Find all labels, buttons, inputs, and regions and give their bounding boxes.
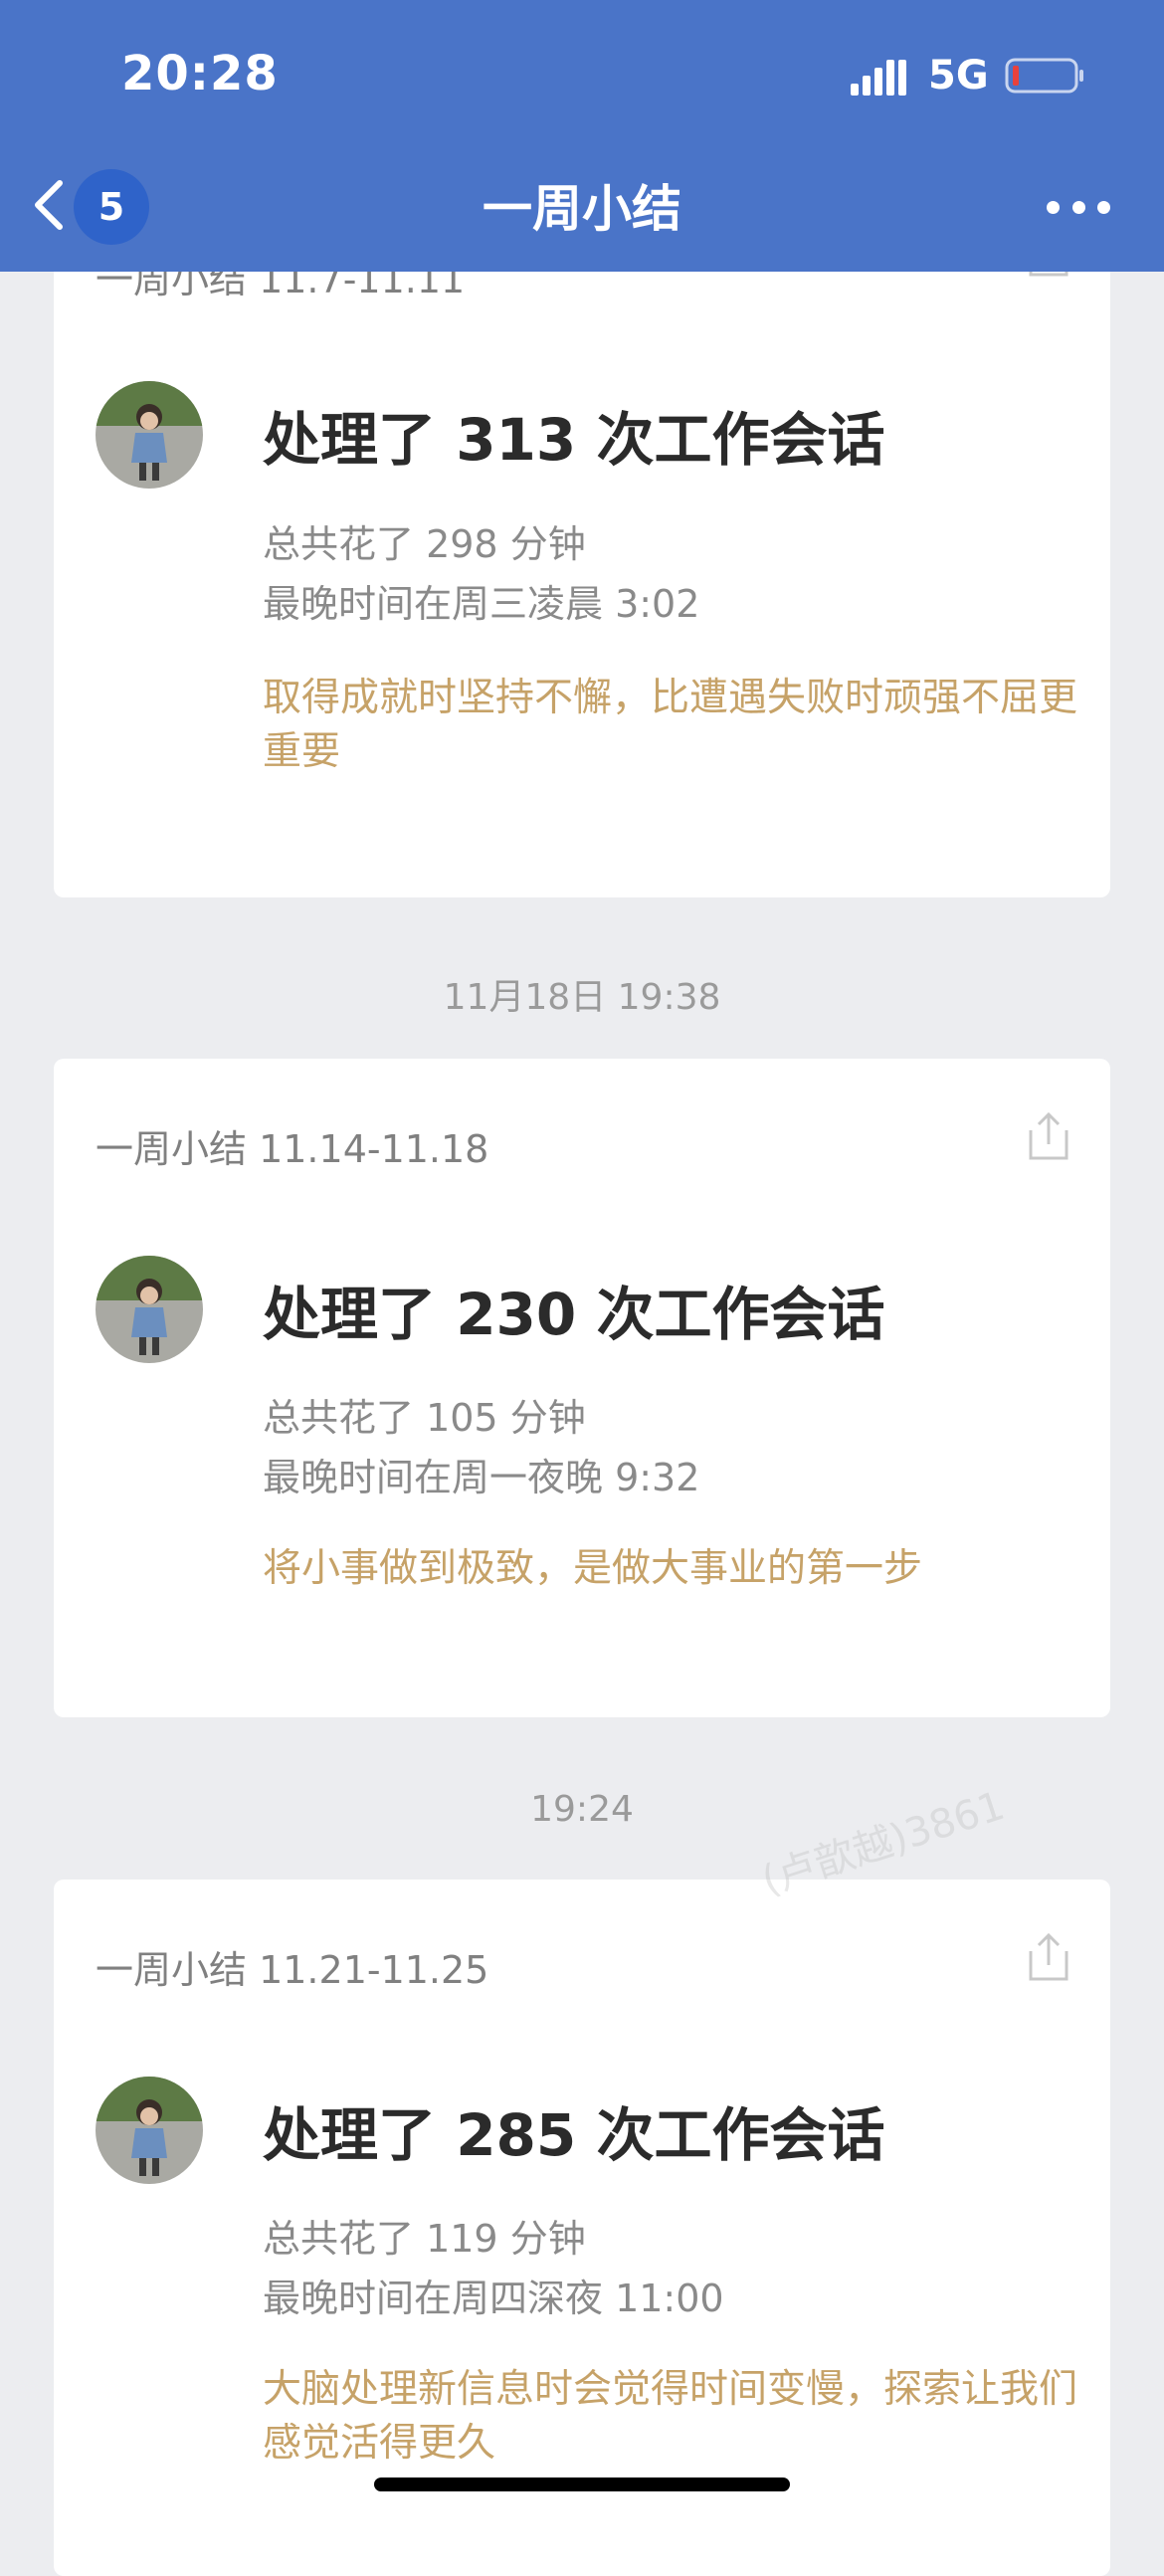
latest-time: 最晚时间在周三凌晨 3:02 (263, 582, 700, 626)
total-time: 总共花了 298 分钟 (263, 522, 586, 566)
avatar (96, 381, 203, 489)
more-button[interactable] (1047, 195, 1110, 219)
total-time: 总共花了 119 分钟 (263, 2217, 586, 2261)
card-title: 一周小结 11.14-11.18 (96, 1127, 489, 1171)
headline: 处理了 313 次工作会话 (263, 406, 885, 474)
cellular-signal-icon (851, 60, 906, 96)
headline: 处理了 285 次工作会话 (263, 2101, 885, 2169)
page-title: 一周小结 (483, 180, 681, 238)
nav-header: 20:28 5G 5 一周小结 (0, 0, 1164, 272)
more-dot (1097, 200, 1110, 214)
unread-badge[interactable]: 5 (74, 169, 149, 245)
quote: 将小事做到极致，是做大事业的第一步 (263, 1546, 923, 1591)
share-icon[interactable] (1027, 1112, 1070, 1162)
home-indicator[interactable] (374, 2477, 790, 2491)
card-title: 一周小结 11.21-11.25 (96, 1948, 489, 1992)
summary-card-3[interactable]: 一周小结 11.21-11.25 处理了 285 次工作会话 总共花了 119 … (54, 1880, 1110, 2576)
avatar (96, 2077, 203, 2184)
more-dot (1071, 200, 1085, 214)
chevron-left-icon (35, 180, 63, 230)
share-icon[interactable] (1027, 1933, 1070, 1983)
more-dot (1047, 200, 1060, 214)
summary-card-2[interactable]: 一周小结 11.14-11.18 处理了 230 次工作会话 总共花了 105 … (54, 1059, 1110, 1717)
headline: 处理了 230 次工作会话 (263, 1281, 885, 1348)
avatar (96, 1256, 203, 1363)
total-time: 总共花了 105 分钟 (263, 1396, 586, 1440)
back-button[interactable] (24, 175, 72, 235)
battery-low-icon (1005, 58, 1083, 94)
status-time: 20:28 (121, 46, 279, 101)
latest-time: 最晚时间在周一夜晚 9:32 (263, 1456, 700, 1499)
quote: 大脑处理新信息时会觉得时间变慢，探索让我们感觉活得更久 (263, 2367, 1078, 2466)
message-timestamp: 11月18日 19:38 (443, 977, 721, 1018)
latest-time: 最晚时间在周四深夜 11:00 (263, 2277, 724, 2320)
quote: 取得成就时坚持不懈，比遭遇失败时顽强不屈更重要 (263, 676, 1078, 774)
network-type: 5G (928, 53, 989, 99)
summary-card-1[interactable]: 一周小结 11.7-11.11 处理了 313 次工作会话 总共花了 298 分… (54, 229, 1110, 897)
